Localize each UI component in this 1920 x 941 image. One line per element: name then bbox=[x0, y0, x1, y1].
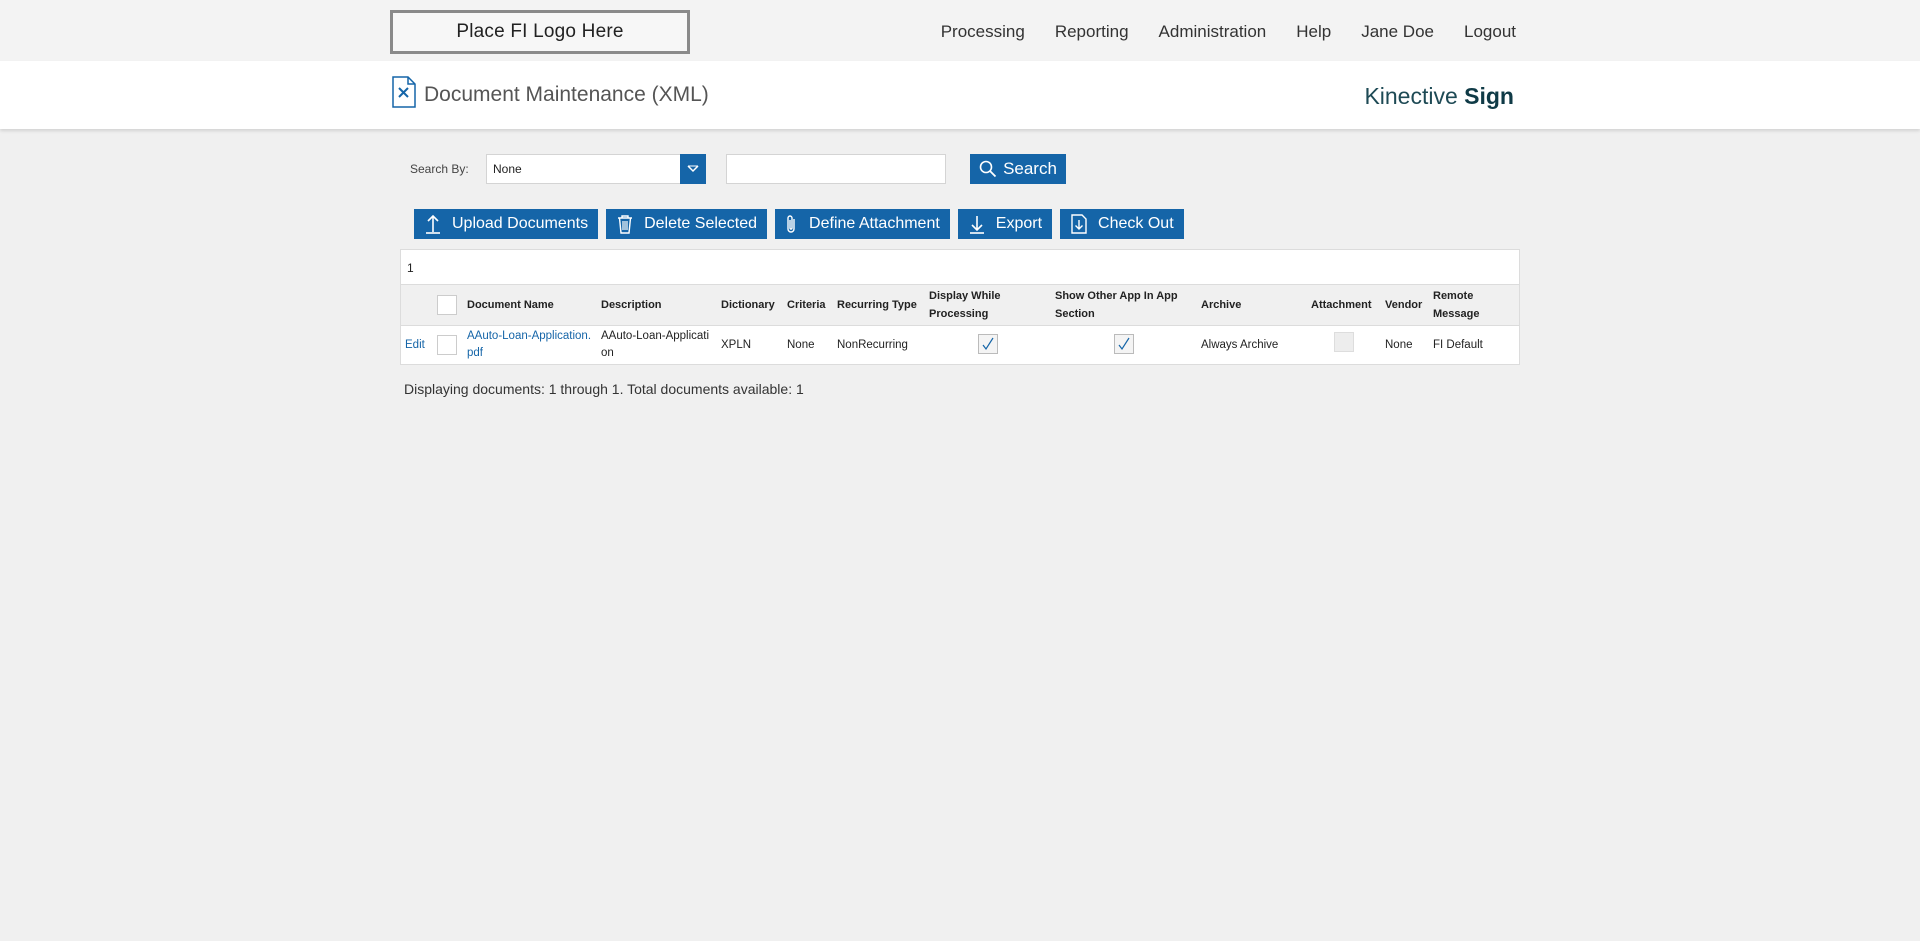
brand-name-bold: Sign bbox=[1464, 83, 1514, 109]
header-criteria[interactable]: Criteria bbox=[783, 285, 833, 326]
search-icon bbox=[979, 160, 997, 178]
export-label: Export bbox=[995, 215, 1043, 232]
header-dictionary[interactable]: Dictionary bbox=[717, 285, 783, 326]
header-remote-message[interactable]: Remote Message bbox=[1429, 285, 1519, 326]
download-icon bbox=[969, 216, 984, 234]
header-description[interactable]: Description bbox=[597, 285, 717, 326]
top-nav: Processing Reporting Administration Help… bbox=[911, 22, 1516, 42]
search-row: Search By: None Search bbox=[410, 154, 1066, 184]
header-recurring-type[interactable]: Recurring Type bbox=[833, 285, 925, 326]
document-name-link[interactable]: AAuto-Loan-Application.pdf bbox=[467, 330, 591, 359]
nav-logout[interactable]: Logout bbox=[1464, 22, 1516, 42]
row-edit-cell: Edit bbox=[401, 325, 433, 364]
check-out-label: Check Out bbox=[1098, 215, 1174, 232]
table-header-row: Document Name Description Dictionary Cri… bbox=[401, 285, 1519, 326]
document-name-cell: AAuto-Loan-Application.pdf bbox=[463, 325, 597, 364]
nav-help[interactable]: Help bbox=[1296, 22, 1331, 42]
checkout-document-icon bbox=[1071, 214, 1087, 234]
nav-reporting[interactable]: Reporting bbox=[1055, 22, 1129, 42]
page-title-group: Document Maintenance (XML) bbox=[392, 76, 709, 108]
search-by-label: Search By: bbox=[410, 162, 469, 176]
header-vendor[interactable]: Vendor bbox=[1381, 285, 1429, 326]
checkmark-icon bbox=[982, 337, 994, 350]
criteria-cell: None bbox=[783, 325, 833, 364]
nav-user-name[interactable]: Jane Doe bbox=[1361, 22, 1434, 42]
upload-documents-label: Upload Documents bbox=[452, 215, 589, 232]
search-by-value: None bbox=[493, 162, 522, 176]
header-edit bbox=[401, 285, 433, 326]
show-other-app-checkbox bbox=[1114, 333, 1134, 354]
display-while-processing-cell bbox=[925, 325, 1051, 364]
trash-icon bbox=[618, 215, 633, 234]
check-out-button[interactable]: Check Out bbox=[1060, 209, 1184, 239]
select-all-checkbox[interactable] bbox=[437, 295, 457, 315]
search-button-label: Search bbox=[1003, 159, 1057, 178]
search-by-dropdown-button[interactable] bbox=[680, 154, 706, 184]
header-archive[interactable]: Archive bbox=[1197, 285, 1307, 326]
checkmark-icon bbox=[1118, 337, 1130, 350]
upload-documents-button[interactable]: Upload Documents bbox=[414, 209, 599, 239]
page-title: Document Maintenance (XML) bbox=[424, 83, 709, 106]
search-by-select[interactable]: None bbox=[486, 154, 706, 184]
paperclip-icon bbox=[787, 215, 795, 233]
document-tools-icon bbox=[392, 76, 416, 108]
dictionary-cell: XPLN bbox=[717, 325, 783, 364]
delete-selected-button[interactable]: Delete Selected bbox=[606, 209, 768, 239]
brand-name-light: Kinective bbox=[1364, 83, 1458, 109]
brand-logo: Kinective Sign bbox=[1364, 83, 1514, 110]
page-number[interactable]: 1 bbox=[407, 261, 414, 275]
row-select-checkbox[interactable] bbox=[437, 335, 457, 355]
show-other-app-cell bbox=[1051, 325, 1197, 364]
archive-cell: Always Archive bbox=[1197, 325, 1307, 364]
header-document-name[interactable]: Document Name bbox=[463, 285, 597, 326]
define-attachment-button[interactable]: Define Attachment bbox=[775, 209, 950, 239]
vendor-cell: None bbox=[1381, 325, 1429, 364]
action-toolbar: Upload Documents Delete Selected Define … bbox=[414, 209, 1184, 239]
pager: 1 bbox=[401, 250, 1519, 285]
chevron-down-icon bbox=[687, 165, 699, 173]
header-select-all bbox=[433, 285, 463, 326]
upload-icon bbox=[426, 214, 440, 234]
description-cell: AAuto-Loan-Application bbox=[597, 325, 717, 364]
header-show-other-app[interactable]: Show Other App In App Section bbox=[1051, 285, 1197, 326]
top-bar: Place FI Logo Here Processing Reporting … bbox=[0, 0, 1920, 61]
documents-grid: 1 Document Name Description Dictionary C… bbox=[400, 249, 1520, 365]
display-while-processing-checkbox bbox=[978, 333, 998, 354]
row-select-cell bbox=[433, 325, 463, 364]
delete-selected-label: Delete Selected bbox=[644, 215, 758, 232]
header-display-while-processing[interactable]: Display While Processing bbox=[925, 285, 1051, 326]
header-attachment[interactable]: Attachment bbox=[1307, 285, 1381, 326]
export-button[interactable]: Export bbox=[957, 209, 1053, 239]
title-band: Document Maintenance (XML) Kinective Sig… bbox=[0, 61, 1920, 129]
nav-administration[interactable]: Administration bbox=[1159, 22, 1267, 42]
search-button[interactable]: Search bbox=[970, 154, 1066, 184]
fi-logo-placeholder: Place FI Logo Here bbox=[390, 10, 690, 54]
table-row: Edit AAuto-Loan-Application.pdf AAuto-Lo… bbox=[401, 325, 1519, 364]
nav-processing[interactable]: Processing bbox=[941, 22, 1025, 42]
search-input[interactable] bbox=[726, 154, 946, 184]
remote-message-cell: FI Default bbox=[1429, 325, 1519, 364]
define-attachment-label: Define Attachment bbox=[809, 215, 940, 232]
attachment-cell bbox=[1307, 325, 1381, 364]
attachment-checkbox bbox=[1334, 332, 1354, 352]
recurring-type-cell: NonRecurring bbox=[833, 325, 925, 364]
documents-count-status: Displaying documents: 1 through 1. Total… bbox=[404, 381, 804, 397]
documents-table: Document Name Description Dictionary Cri… bbox=[401, 285, 1519, 364]
edit-link[interactable]: Edit bbox=[405, 339, 425, 351]
